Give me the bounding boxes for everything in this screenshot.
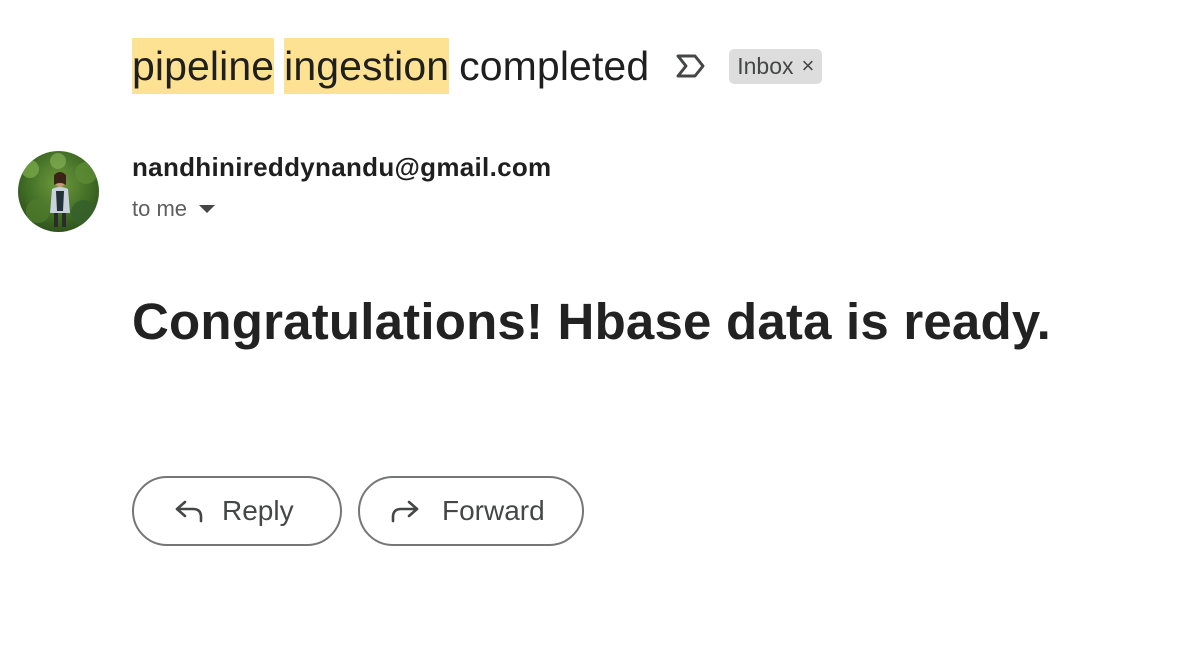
forward-icon	[388, 494, 422, 528]
email-view: pipeline ingestion completed Inbox × nan…	[0, 0, 1180, 650]
subject-highlight-ingestion: ingestion	[284, 38, 450, 94]
recipient-details[interactable]: to me	[132, 196, 216, 222]
reply-label: Reply	[222, 495, 294, 526]
sender-avatar[interactable]	[18, 151, 99, 232]
reply-icon	[172, 494, 206, 528]
email-subject: pipeline ingestion completed	[132, 38, 649, 94]
inbox-label-chip: Inbox ×	[729, 48, 823, 84]
email-body: Congratulations! Hbase data is ready.	[132, 293, 1051, 350]
important-marker-icon[interactable]	[675, 52, 707, 80]
subject-rest: completed	[459, 43, 650, 89]
subject-row: pipeline ingestion completed Inbox ×	[132, 38, 823, 94]
sender-email[interactable]: nandhinireddynandu@gmail.com	[132, 152, 551, 183]
show-details-dropdown-icon[interactable]	[199, 205, 216, 213]
inbox-label-text: Inbox	[737, 52, 794, 79]
forward-label: Forward	[442, 495, 545, 526]
recipient-label: to me	[132, 196, 188, 221]
reply-button[interactable]: Reply	[132, 476, 342, 546]
forward-button[interactable]: Forward	[358, 476, 584, 546]
subject-highlight-pipeline: pipeline	[132, 38, 275, 94]
remove-label-icon[interactable]: ×	[802, 55, 815, 77]
